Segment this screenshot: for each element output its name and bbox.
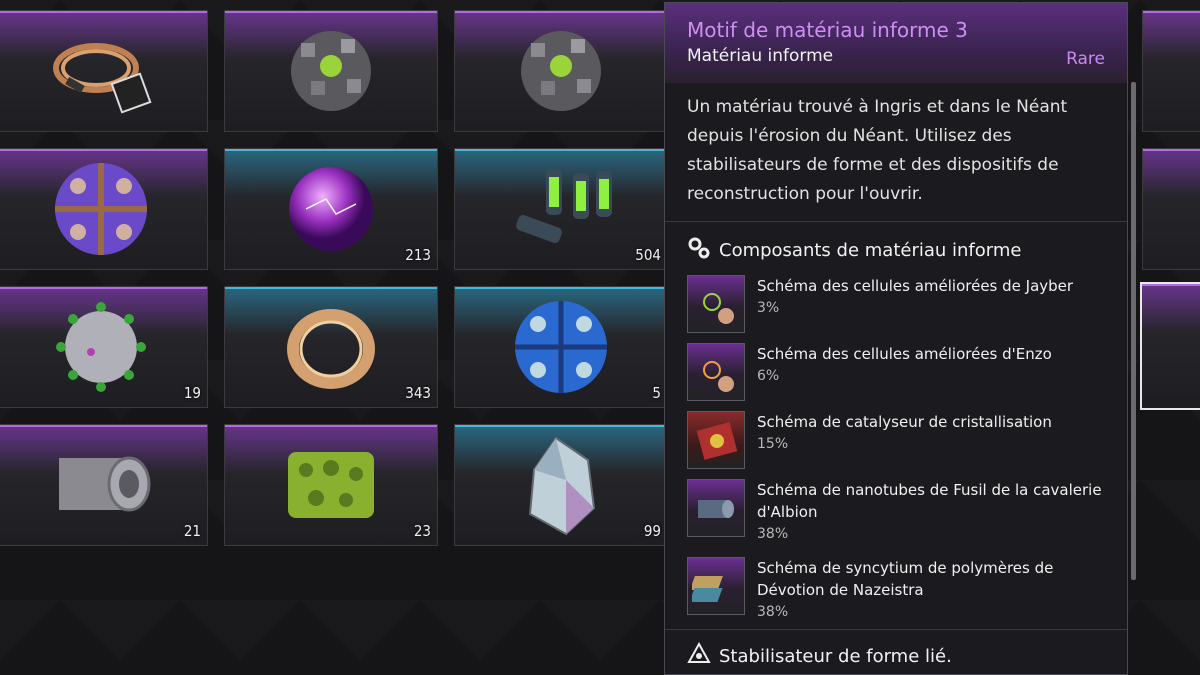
component-chance: 3%	[757, 300, 780, 316]
item-rarity: Rare	[1066, 49, 1105, 69]
blue-orb-device-icon	[515, 301, 607, 393]
footer-text: Stabilisateur de forme lié.	[719, 646, 952, 667]
purple-orb-device-icon	[55, 163, 147, 255]
component-chance: 6%	[757, 368, 780, 384]
item-title: Motif de matériau informe 3	[687, 18, 968, 42]
liquid-ring-icon	[287, 309, 375, 389]
component-item: Schéma de syncytium de polymères de Dévo…	[665, 553, 1127, 631]
item-quantity: 23	[413, 522, 431, 540]
item-description: Un matériau trouvé à Ingris et dans le N…	[665, 83, 1127, 222]
amorphous-cube-cluster-icon	[291, 31, 371, 111]
item-quantity: 21	[183, 522, 201, 540]
item-type: Matériau informe	[687, 46, 834, 66]
component-chance: 38%	[757, 526, 789, 542]
virus-sphere-icon	[56, 302, 146, 392]
item-quantity: 213	[405, 246, 431, 264]
inventory-slot[interactable]: 21	[0, 424, 208, 546]
component-chance: 38%	[757, 604, 789, 620]
catalyst-box-icon	[687, 411, 745, 469]
inventory-slot[interactable]: 5	[454, 286, 668, 408]
metal-roll-icon	[59, 456, 151, 512]
crystal-shard-icon	[528, 436, 596, 536]
item-quantity: 19	[183, 384, 201, 402]
green-sponge-icon	[288, 452, 374, 518]
inventory-slot[interactable]	[1142, 148, 1200, 270]
component-chance: 15%	[757, 436, 789, 452]
inventory-slot[interactable]: 19	[0, 286, 208, 408]
tooltip-scrollbar[interactable]	[1131, 82, 1136, 580]
blueprint-cells-icon	[687, 275, 745, 333]
plasma-sphere-icon	[289, 167, 373, 251]
component-item: Schéma des cellules améliorées d'Enzo 6%	[665, 339, 1127, 407]
inventory-slot[interactable]: 213	[224, 148, 438, 270]
component-item: Schéma de catalyseur de cristallisation …	[665, 407, 1127, 475]
polymer-sheets-icon	[687, 557, 745, 615]
inventory-slot[interactable]	[0, 148, 208, 270]
item-quantity: 5	[652, 384, 661, 402]
inventory-slot[interactable]: 23	[224, 424, 438, 546]
item-quantity: 343	[405, 384, 431, 402]
component-item: Schéma des cellules améliorées de Jayber…	[665, 271, 1127, 339]
item-tooltip: Motif de matériau informe 3 Matériau inf…	[664, 2, 1128, 675]
inventory-slot[interactable]	[224, 10, 438, 132]
item-quantity: 504	[635, 246, 661, 264]
gear-icon	[687, 236, 711, 265]
inventory-slot[interactable]: 99	[454, 424, 668, 546]
components-header: Composants de matériau informe	[665, 222, 1127, 271]
green-canisters-icon	[516, 169, 612, 243]
tooltip-footer: Stabilisateur de forme lié.	[665, 629, 1127, 674]
component-name: Schéma des cellules améliorées d'Enzo	[757, 345, 1052, 363]
inventory-slot[interactable]	[454, 10, 668, 132]
cable-coil-icon	[53, 43, 152, 114]
component-name: Schéma des cellules améliorées de Jayber	[757, 277, 1074, 295]
inventory-slot[interactable]	[0, 10, 208, 132]
component-item: Schéma de nanotubes de Fusil de la caval…	[665, 475, 1127, 553]
component-name: Schéma de catalyseur de cristallisation	[757, 413, 1052, 431]
component-name: Schéma de syncytium de polymères de Dévo…	[757, 559, 1054, 599]
blueprint-cells-icon	[687, 343, 745, 401]
amorphous-cube-cluster-icon	[521, 31, 601, 111]
component-name: Schéma de nanotubes de Fusil de la caval…	[757, 481, 1102, 521]
inventory-slot[interactable]: 343	[224, 286, 438, 408]
tooltip-header: Motif de matériau informe 3 Matériau inf…	[665, 3, 1127, 83]
inventory-slot-selected[interactable]	[1140, 282, 1200, 410]
nanotube-roll-icon	[687, 479, 745, 537]
components-title: Composants de matériau informe	[719, 240, 1022, 261]
inventory-slot[interactable]	[1142, 10, 1200, 132]
stabilizer-icon	[687, 641, 711, 671]
item-quantity: 99	[643, 522, 661, 540]
inventory-slot[interactable]: 504	[454, 148, 668, 270]
